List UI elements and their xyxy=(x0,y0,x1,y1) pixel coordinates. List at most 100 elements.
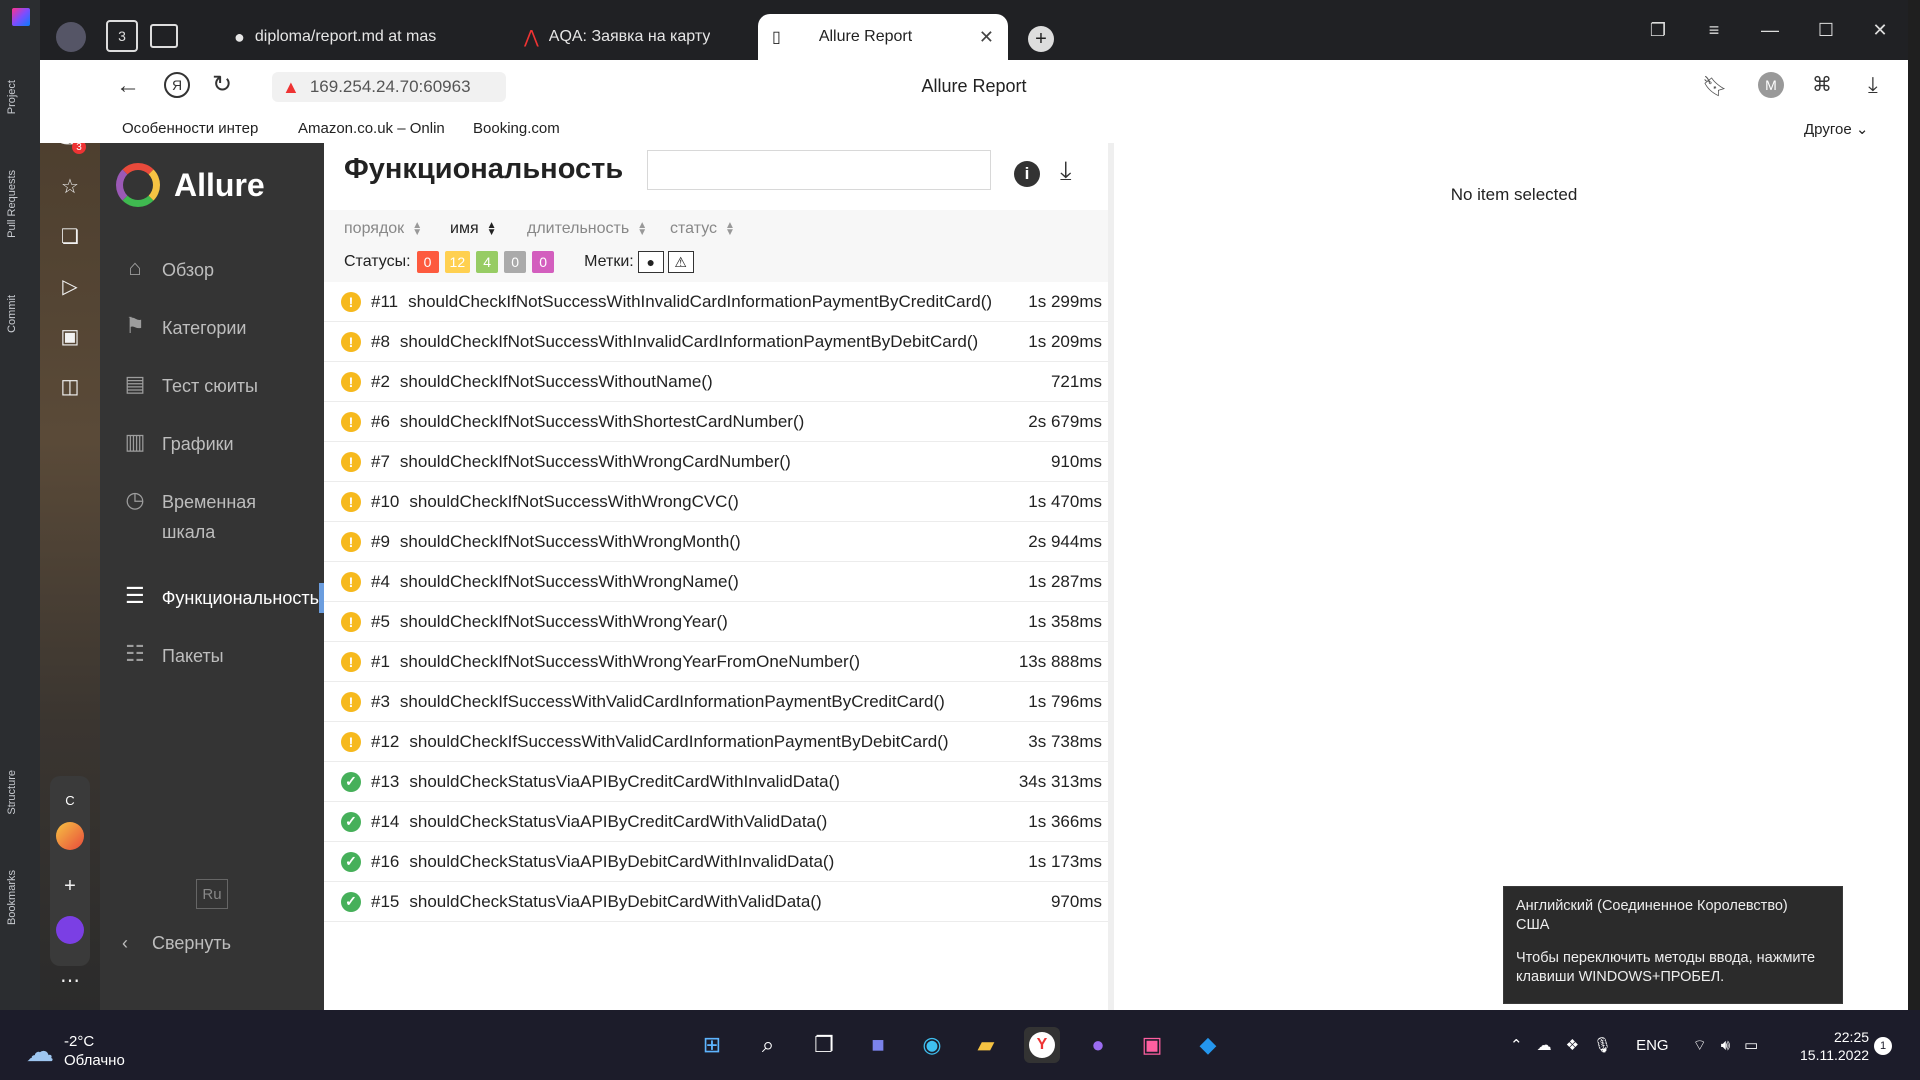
status-failed-badge[interactable]: 0 xyxy=(416,251,439,273)
input-language[interactable]: ENG xyxy=(1636,1037,1669,1054)
test-row[interactable]: ✓ #15 shouldCheckStatusViaAPIByDebitCardWi… xyxy=(324,882,1108,922)
test-row[interactable]: ! #10 shouldCheckIfNotSuccessWithWrongCVC(… xyxy=(324,482,1108,522)
intellij-icon[interactable]: ▣ xyxy=(1134,1027,1170,1063)
test-row[interactable]: ! #5 shouldCheckIfNotSuccessWithWrongYear(… xyxy=(324,602,1108,642)
ide-project-tab[interactable]: Project xyxy=(6,80,18,114)
test-row[interactable]: ! #6 shouldCheckIfNotSuccessWithShortestCa… xyxy=(324,402,1108,442)
maximize-icon[interactable]: ☐ xyxy=(1808,12,1844,48)
yandex-browser-icon[interactable]: Y xyxy=(1024,1027,1060,1063)
sort-order[interactable]: порядок ▲ ▼ xyxy=(344,220,422,238)
alice-taskbar-icon[interactable]: ● xyxy=(1080,1027,1116,1063)
close-window-icon[interactable]: ✕ xyxy=(1862,12,1898,48)
test-row[interactable]: ! #2 shouldCheckIfNotSuccessWithoutName() 7… xyxy=(324,362,1108,402)
more-icon[interactable]: ⋯ xyxy=(56,966,84,994)
microphone-icon[interactable]: 🎙︎ xyxy=(1593,1036,1612,1054)
nav-overview[interactable]: ⌂ Обзор xyxy=(100,255,324,285)
weather-widget[interactable]: ☁ -2°C Облачно xyxy=(26,1032,125,1070)
bookmark-item[interactable]: Amazon.co.uk – Onlin xyxy=(298,120,453,137)
explorer-icon[interactable]: ▰ xyxy=(968,1027,1004,1063)
flaky-bomb-icon[interactable]: ● xyxy=(637,251,664,273)
bookmark-icon[interactable]: 🔖︎ xyxy=(1702,74,1727,99)
test-row[interactable]: ! #12 shouldCheckIfSuccessWithValidCardInf… xyxy=(324,722,1108,762)
start-icon[interactable]: ⊞ xyxy=(694,1027,730,1063)
favorites-icon[interactable]: ☆ xyxy=(56,172,84,200)
new-collection-icon[interactable] xyxy=(150,24,178,48)
test-row[interactable]: ✓ #13 shouldCheckStatusViaAPIByCreditCardW… xyxy=(324,762,1108,802)
info-icon[interactable]: i xyxy=(1014,155,1040,187)
alice-icon[interactable] xyxy=(56,916,84,944)
nav-graphs[interactable]: ▥ Графики xyxy=(100,429,324,459)
sort-status[interactable]: статус ▲ ▼ xyxy=(670,220,735,238)
clock[interactable]: 22:25 15.11.2022 xyxy=(1800,1028,1869,1064)
nav-timeline[interactable]: ◷ Временная шкала xyxy=(100,487,324,547)
tab-aqa[interactable]: ⋀ AQA: Заявка на карту xyxy=(510,14,750,60)
test-row[interactable]: ✓ #14 shouldCheckStatusViaAPIByCreditCardW… xyxy=(324,802,1108,842)
collections-rail-icon[interactable]: ❏ xyxy=(56,222,84,250)
play-icon[interactable]: ▷ xyxy=(56,272,84,300)
docker-icon[interactable]: ◆ xyxy=(1190,1027,1226,1063)
dropbox-icon[interactable]: ❖ xyxy=(1566,1036,1579,1054)
chevron-up-icon[interactable]: ⌃ xyxy=(1510,1036,1523,1054)
screenshot-icon[interactable]: ◫ xyxy=(56,372,84,400)
account-avatar[interactable]: M xyxy=(1758,72,1784,98)
ide-structure-tab[interactable]: Structure xyxy=(6,770,18,815)
add-app-icon[interactable]: + xyxy=(56,872,84,900)
nav-packages[interactable]: ☷ Пакеты xyxy=(100,641,324,671)
task-view-icon[interactable]: ❐ xyxy=(806,1027,842,1063)
allure-logo[interactable]: Allure xyxy=(116,163,265,207)
profile-avatar[interactable] xyxy=(56,22,86,52)
rail-ai-button[interactable]: C xyxy=(56,786,84,814)
nav-categories[interactable]: ⚑ Категории xyxy=(100,313,324,343)
test-row[interactable]: ! #11 shouldCheckIfNotSuccessWithInvalidCa… xyxy=(324,282,1108,322)
address-bar[interactable]: ▲ 169.254.24.70:60963 xyxy=(272,72,506,102)
onedrive-icon[interactable]: ☁ xyxy=(1537,1036,1552,1054)
minimize-icon[interactable]: — xyxy=(1752,12,1788,48)
sort-duration[interactable]: длительность ▲ ▼ xyxy=(527,220,647,238)
close-tab-icon[interactable]: ✕ xyxy=(979,27,994,48)
tab-github[interactable]: ● diploma/report.md at mas xyxy=(220,14,500,60)
wifi-icon[interactable]: ⌔ xyxy=(1693,1036,1707,1055)
search-input[interactable] xyxy=(647,150,991,190)
tabs-rail-icon[interactable]: ▣ xyxy=(56,322,84,350)
rail-app-icon[interactable] xyxy=(56,822,84,850)
nav-behaviors[interactable]: ☰ Функциональность xyxy=(100,583,324,613)
tabs-counter-icon[interactable]: 3 xyxy=(106,20,138,52)
test-row[interactable]: ! #3 shouldCheckIfSuccessWithValidCardInfo… xyxy=(324,682,1108,722)
test-row[interactable]: ! #1 shouldCheckIfNotSuccessWithWrongYearF… xyxy=(324,642,1108,682)
volume-icon[interactable]: 🔊︎ xyxy=(1721,1037,1730,1054)
ide-bookmarks-tab[interactable]: Bookmarks xyxy=(6,870,18,925)
ide-logo-icon[interactable] xyxy=(12,8,30,26)
test-row[interactable]: ! #9 shouldCheckIfNotSuccessWithWrongMonth… xyxy=(324,522,1108,562)
language-button[interactable]: Ru xyxy=(196,879,228,909)
sort-name[interactable]: имя ▲ ▼ xyxy=(450,220,497,238)
yandex-icon[interactable]: Я xyxy=(164,72,190,98)
edge-icon[interactable]: ◉ xyxy=(914,1027,950,1063)
warning-icon[interactable]: ▲ xyxy=(282,77,300,98)
teams-icon[interactable]: ■ xyxy=(860,1027,896,1063)
reload-icon[interactable]: ↻ xyxy=(212,70,232,99)
extensions-icon[interactable]: ⌘ xyxy=(1812,72,1832,97)
test-row[interactable]: ! #4 shouldCheckIfNotSuccessWithWrongName(… xyxy=(324,562,1108,602)
warning-triangle-icon[interactable]: ⚠ xyxy=(667,251,694,273)
nav-suites[interactable]: ▤ Тест сюиты xyxy=(100,371,324,401)
download-icon[interactable]: ⤓ xyxy=(1868,72,1878,98)
other-bookmarks[interactable]: Другое ⌄ xyxy=(1804,120,1868,138)
test-row[interactable]: ✓ #16 shouldCheckStatusViaAPIByDebitCardWi… xyxy=(324,842,1108,882)
status-unknown-badge[interactable]: 0 xyxy=(532,251,555,273)
back-icon[interactable]: ← xyxy=(116,72,140,100)
ide-commit-tab[interactable]: Commit xyxy=(6,295,18,333)
download-icon[interactable]: ⤓ xyxy=(1060,155,1072,187)
search-icon[interactable]: ⌕ xyxy=(750,1027,786,1063)
status-broken-badge[interactable]: 12 xyxy=(444,251,471,273)
bookmark-item[interactable]: Booking.com xyxy=(473,120,593,137)
status-skipped-badge[interactable]: 0 xyxy=(504,251,527,273)
battery-icon[interactable]: ▭ xyxy=(1744,1036,1758,1054)
collections-icon[interactable]: ❐ xyxy=(1640,12,1676,48)
status-passed-badge[interactable]: 4 xyxy=(476,251,499,273)
new-tab-button[interactable]: + xyxy=(1028,26,1054,52)
test-row[interactable]: ! #7 shouldCheckIfNotSuccessWithWrongCardN… xyxy=(324,442,1108,482)
tab-allure-report[interactable]: ▯ Allure Report ✕ xyxy=(758,14,1008,60)
test-row[interactable]: ! #8 shouldCheckIfNotSuccessWithInvalidCar… xyxy=(324,322,1108,362)
collapse-button[interactable]: ‹ Свернуть xyxy=(122,933,231,954)
menu-icon[interactable]: ≡ xyxy=(1696,12,1732,48)
